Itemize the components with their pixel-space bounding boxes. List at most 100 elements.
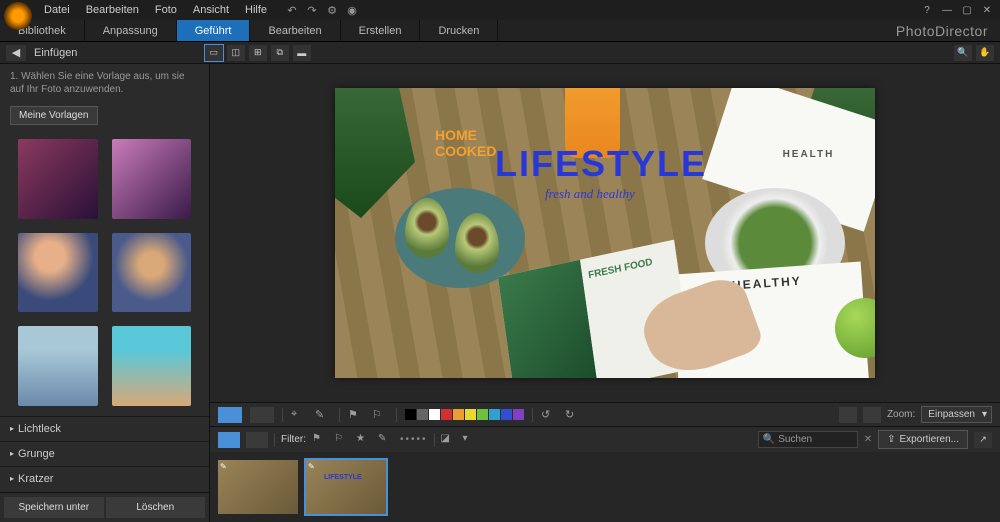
color-swatch[interactable] — [477, 409, 488, 420]
paper-health-text: HEALTH — [723, 99, 875, 160]
maximize-icon[interactable]: ▢ — [958, 3, 976, 17]
layout-a-icon[interactable] — [839, 407, 857, 423]
color-swatch[interactable] — [441, 409, 452, 420]
edited-badge-icon: ✎ — [308, 462, 316, 470]
flag-outline-icon[interactable]: ⚐ — [372, 408, 388, 422]
sidebar: 1. Wählen Sie eine Vorlage aus, um sie a… — [0, 64, 210, 522]
step1-text: 1. Wählen Sie eine Vorlage aus, um sie a… — [0, 64, 209, 102]
menu-photo[interactable]: Foto — [147, 4, 185, 16]
thumb-overlay-text: LIFESTYLE — [324, 474, 362, 481]
tab-edit[interactable]: Bearbeiten — [250, 20, 340, 41]
filter-flag2-icon[interactable]: ⚐ — [334, 433, 350, 447]
template-thumb[interactable] — [18, 139, 98, 219]
settings-gear-icon[interactable]: ⚙ — [325, 3, 339, 17]
color-swatches — [405, 409, 524, 420]
viewport[interactable]: HEALTH HEALTHY FRESH FOOD HOMECOOKED LIF… — [210, 64, 1000, 402]
hand-tool-icon[interactable]: ✋ — [976, 45, 994, 61]
overlay-lifestyle: LIFESTYLE — [495, 143, 707, 185]
breadcrumb-bar: ◀ Einfügen ▭ ◫ ⊞ ⧉ ▬ 🔍 ✋ — [0, 42, 1000, 64]
view-compare-icon[interactable]: ◫ — [227, 45, 245, 61]
view-single-icon[interactable]: ▭ — [205, 45, 223, 61]
notification-icon[interactable]: ◉ — [345, 3, 359, 17]
color-swatch[interactable] — [453, 409, 464, 420]
menu-edit[interactable]: Bearbeiten — [78, 4, 147, 16]
tab-print[interactable]: Drucken — [420, 20, 498, 41]
overlay-subtitle: fresh and healthy — [545, 186, 635, 202]
tab-adjust[interactable]: Anpassung — [85, 20, 177, 41]
my-templates-button[interactable]: Meine Vorlagen — [10, 106, 98, 125]
filmstrip: ✎ ✎ LIFESTYLE — [210, 452, 1000, 522]
color-swatch[interactable] — [429, 409, 440, 420]
canvas-photo[interactable]: HEALTH HEALTHY FRESH FOOD HOMECOOKED LIF… — [335, 88, 875, 378]
magnifier-icon[interactable]: 🔍 — [954, 45, 972, 61]
filter-color-icon[interactable]: ◪ — [441, 433, 457, 447]
filmstrip-thumb[interactable]: ✎ — [218, 460, 298, 514]
view-split-icon[interactable]: ⧉ — [271, 45, 289, 61]
export-icon: ⇪ — [887, 434, 895, 445]
layout-b-icon[interactable] — [863, 407, 881, 423]
search-input[interactable]: 🔍 Suchen — [758, 431, 858, 448]
compare-mode-single-icon[interactable] — [218, 407, 242, 423]
zoom-select[interactable]: Einpassen — [921, 406, 992, 423]
tab-guided[interactable]: Geführt — [177, 20, 251, 41]
redo-icon[interactable]: ↷ — [305, 3, 319, 17]
color-swatch[interactable] — [405, 409, 416, 420]
color-swatch[interactable] — [489, 409, 500, 420]
brush-icon[interactable]: ✎ — [315, 408, 331, 422]
rotate-cw-icon[interactable]: ↻ — [565, 408, 581, 422]
color-swatch[interactable] — [417, 409, 428, 420]
section-lichtleck[interactable]: Lichtleck — [0, 416, 209, 441]
canvas-area: HEALTH HEALTHY FRESH FOOD HOMECOOKED LIF… — [210, 64, 1000, 522]
book-freshfood-text: FRESH FOOD — [588, 253, 672, 281]
menu-view[interactable]: Ansicht — [185, 4, 237, 16]
filmstrip-mode-a-icon[interactable] — [218, 432, 240, 448]
template-thumb[interactable] — [18, 233, 98, 313]
minimize-icon[interactable]: — — [938, 3, 956, 17]
view-grid-icon[interactable]: ⊞ — [249, 45, 267, 61]
menu-file[interactable]: Datei — [36, 4, 78, 16]
section-grunge[interactable]: Grunge — [0, 441, 209, 466]
search-placeholder: Suchen — [778, 434, 812, 445]
share-icon[interactable]: ↗ — [974, 432, 992, 448]
filter-star-icon[interactable]: ★ — [356, 433, 372, 447]
tool-strip-1: ⌖ ✎ ⚑ ⚐ ↺ ↻ Zoom: Einpassen — [210, 402, 1000, 426]
template-thumb[interactable] — [112, 139, 192, 219]
tool-strip-2: Filter: ⚑ ⚐ ★ ✎ ••••• ◪ ▾ 🔍 Suchen ✕ ⇪ E… — [210, 426, 1000, 452]
breadcrumb-insert[interactable]: Einfügen — [30, 47, 81, 59]
template-thumb[interactable] — [112, 326, 192, 406]
close-icon[interactable]: ✕ — [978, 3, 996, 17]
color-swatch[interactable] — [501, 409, 512, 420]
template-thumb[interactable] — [112, 233, 192, 313]
menu-help[interactable]: Hilfe — [237, 4, 275, 16]
save-as-button[interactable]: Speichern unter — [4, 497, 104, 518]
filmstrip-mode-b-icon[interactable] — [246, 432, 268, 448]
zoom-label: Zoom: — [887, 409, 915, 420]
delete-button[interactable]: Löschen — [106, 497, 206, 518]
color-swatch[interactable] — [465, 409, 476, 420]
edited-badge-icon: ✎ — [220, 462, 228, 470]
color-swatch[interactable] — [513, 409, 524, 420]
clear-search-icon[interactable]: ✕ — [864, 434, 872, 445]
overlay-home: HOMECOOKED — [435, 128, 496, 160]
dropper-icon[interactable]: ⌖ — [291, 408, 307, 422]
view-present-icon[interactable]: ▬ — [293, 45, 311, 61]
rotate-ccw-icon[interactable]: ↺ — [541, 408, 557, 422]
help-icon[interactable]: ? — [918, 3, 936, 17]
flag-icon[interactable]: ⚑ — [348, 408, 364, 422]
compare-mode-split-icon[interactable] — [250, 407, 274, 423]
filter-flag-icon[interactable]: ⚑ — [312, 433, 328, 447]
section-kratzer[interactable]: Kratzer — [0, 466, 209, 491]
filter-edit-icon[interactable]: ✎ — [378, 433, 394, 447]
template-grid — [0, 129, 209, 416]
titlebar: Datei Bearbeiten Foto Ansicht Hilfe ↶ ↷ … — [0, 0, 1000, 20]
filmstrip-thumb[interactable]: ✎ LIFESTYLE — [306, 460, 386, 514]
tab-create[interactable]: Erstellen — [341, 20, 421, 41]
filter-more-icon[interactable]: ▾ — [463, 433, 479, 447]
undo-icon[interactable]: ↶ — [285, 3, 299, 17]
mode-tabbar: Bibliothek Anpassung Geführt Bearbeiten … — [0, 20, 1000, 42]
main-area: 1. Wählen Sie eine Vorlage aus, um sie a… — [0, 64, 1000, 522]
brand-label: PhotoDirector — [884, 20, 1000, 41]
back-icon[interactable]: ◀ — [6, 45, 26, 61]
export-button[interactable]: ⇪ Exportieren... — [878, 430, 968, 449]
template-thumb[interactable] — [18, 326, 98, 406]
